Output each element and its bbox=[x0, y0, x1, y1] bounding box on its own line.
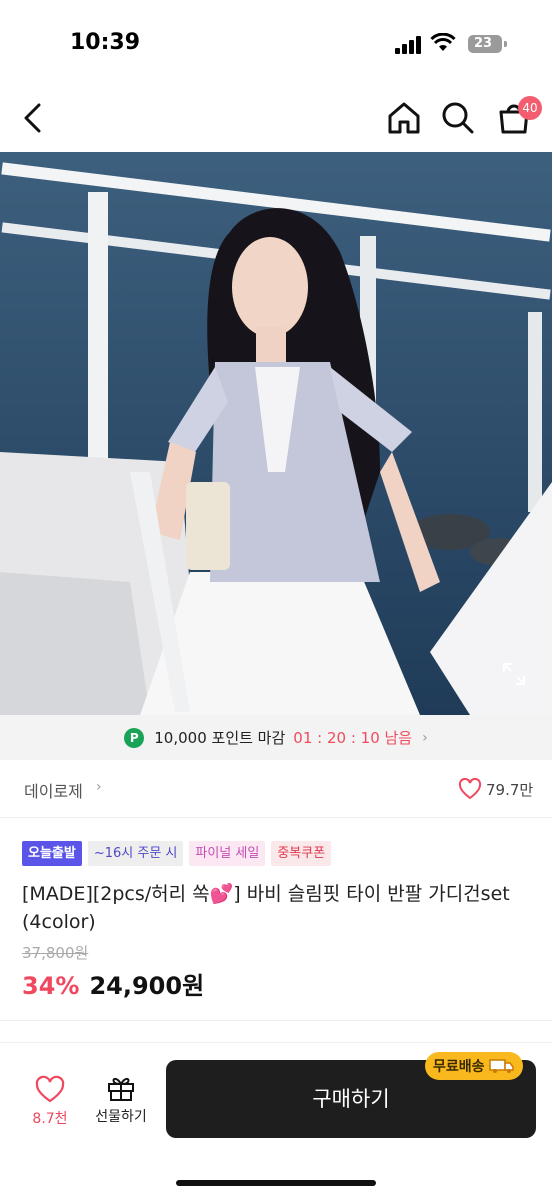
gift-icon[interactable] bbox=[106, 1074, 136, 1102]
status-time: 10:39 bbox=[70, 30, 141, 55]
battery-cap bbox=[504, 41, 507, 47]
point-icon: P bbox=[124, 727, 145, 748]
free-shipping-badge: 무료배송 bbox=[425, 1052, 523, 1080]
free-shipping-label: 무료배송 bbox=[433, 1059, 485, 1075]
battery-level: 23 bbox=[473, 36, 493, 51]
battery-icon: 23 bbox=[468, 35, 502, 53]
nav-bar bbox=[0, 88, 552, 152]
today-ship-badge: 오늘출발 bbox=[22, 841, 82, 866]
heart-icon[interactable] bbox=[458, 778, 482, 800]
wishlist-count: 8.7천 bbox=[32, 1111, 68, 1127]
search-icon[interactable] bbox=[438, 98, 478, 138]
home-icon[interactable] bbox=[384, 98, 424, 138]
coupon-badge: 중복쿠폰 bbox=[271, 841, 332, 866]
store-name[interactable]: 데이로제 bbox=[24, 778, 83, 802]
wifi-icon bbox=[430, 33, 456, 51]
product-image[interactable] bbox=[0, 152, 552, 715]
divider bbox=[0, 1020, 552, 1021]
original-price: 37,800원 bbox=[22, 944, 89, 962]
cart-count-badge: 40 bbox=[518, 96, 542, 120]
wishlist-heart-icon[interactable] bbox=[28, 1074, 72, 1104]
discount-rate: 34% bbox=[22, 972, 80, 1000]
point-timer: 01 : 20 : 10 남음 bbox=[293, 729, 413, 747]
gift-label[interactable]: 선물하기 bbox=[88, 1106, 154, 1126]
back-icon[interactable] bbox=[14, 98, 54, 138]
point-text: 10,000 포인트 마감 bbox=[154, 729, 286, 747]
expand-icon[interactable] bbox=[500, 660, 528, 688]
store-row: 데이로제 › 79.7만 bbox=[0, 760, 552, 818]
product-title: [MADE][2pcs/허리 쏙💕] 바비 슬림핏 타이 반팔 가디건set (… bbox=[22, 883, 510, 933]
truck-icon bbox=[488, 1059, 514, 1073]
signal-icon bbox=[395, 34, 423, 54]
product-badges: 오늘출발 ~16시 주문 시 파이널 세일 중복쿠폰 bbox=[22, 841, 332, 866]
order-time-badge: ~16시 주문 시 bbox=[87, 841, 184, 866]
home-indicator bbox=[176, 1180, 376, 1186]
store-like-count: 79.7만 bbox=[486, 781, 534, 799]
chevron-right-icon: › bbox=[96, 779, 102, 795]
point-expiry-banner[interactable]: P 10,000 포인트 마감 01 : 20 : 10 남음 › bbox=[0, 715, 552, 760]
final-sale-badge: 파이널 세일 bbox=[189, 841, 266, 866]
price-row: 34% 24,900원 bbox=[22, 966, 204, 1001]
chevron-right-icon: › bbox=[422, 729, 428, 746]
product-photo bbox=[0, 152, 552, 715]
status-bar: 10:39 23 bbox=[0, 0, 552, 88]
sale-price: 24,900원 bbox=[89, 972, 205, 1000]
